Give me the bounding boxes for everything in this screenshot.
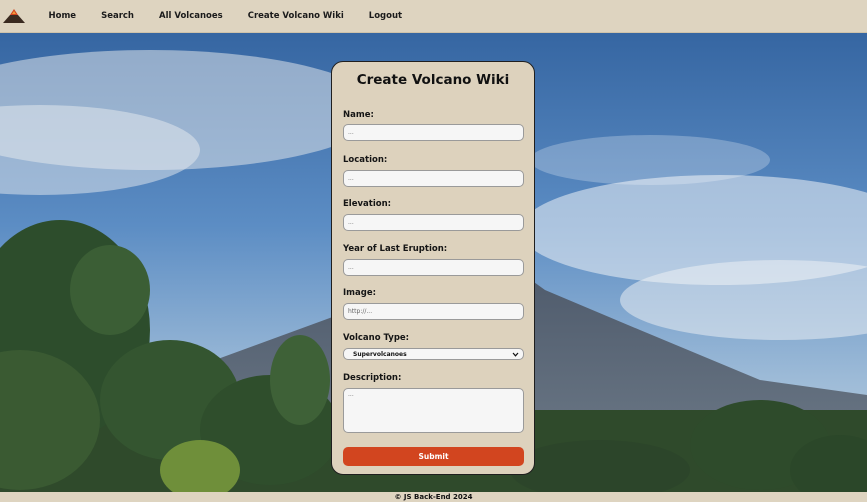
name-input[interactable]: ... [343, 124, 524, 141]
description-textarea[interactable]: ... [343, 388, 524, 433]
footer-copyright: © JS Back-End 2024 [394, 493, 473, 501]
volcano-type-label: Volcano Type: [343, 333, 410, 343]
image-url-input[interactable]: http://... [343, 303, 524, 320]
volcano-type-selected: Supervolcanoes [353, 350, 407, 358]
form-title: Create Volcano Wiki [356, 72, 510, 88]
elevation-input[interactable]: ... [343, 214, 524, 231]
name-label: Name: [343, 110, 374, 120]
create-volcano-form: Create Volcano Wiki Name: ... Location: … [331, 61, 535, 475]
footer: © JS Back-End 2024 [0, 492, 867, 502]
volcano-type-select[interactable]: Supervolcanoes [343, 348, 524, 360]
volcano-logo-icon[interactable] [2, 6, 28, 26]
nav-search-link[interactable]: Search [101, 11, 134, 21]
image-label: Image: [343, 288, 377, 298]
location-input[interactable]: ... [343, 170, 524, 187]
eruption-year-input[interactable]: ... [343, 259, 524, 276]
eruption-year-label: Year of Last Eruption: [343, 244, 448, 254]
nav-home-link[interactable]: Home [49, 11, 77, 21]
elevation-label: Elevation: [343, 199, 392, 209]
nav-logout-link[interactable]: Logout [369, 11, 402, 21]
chevron-down-icon [512, 352, 519, 357]
description-label: Description: [343, 373, 402, 383]
submit-button[interactable]: Submit [343, 447, 524, 466]
nav-all-volcanoes-link[interactable]: All Volcanoes [159, 11, 223, 21]
navbar: Home Search All Volcanoes Create Volcano… [0, 0, 867, 33]
nav-create-volcano-wiki-link[interactable]: Create Volcano Wiki [248, 11, 344, 21]
location-label: Location: [343, 155, 388, 165]
